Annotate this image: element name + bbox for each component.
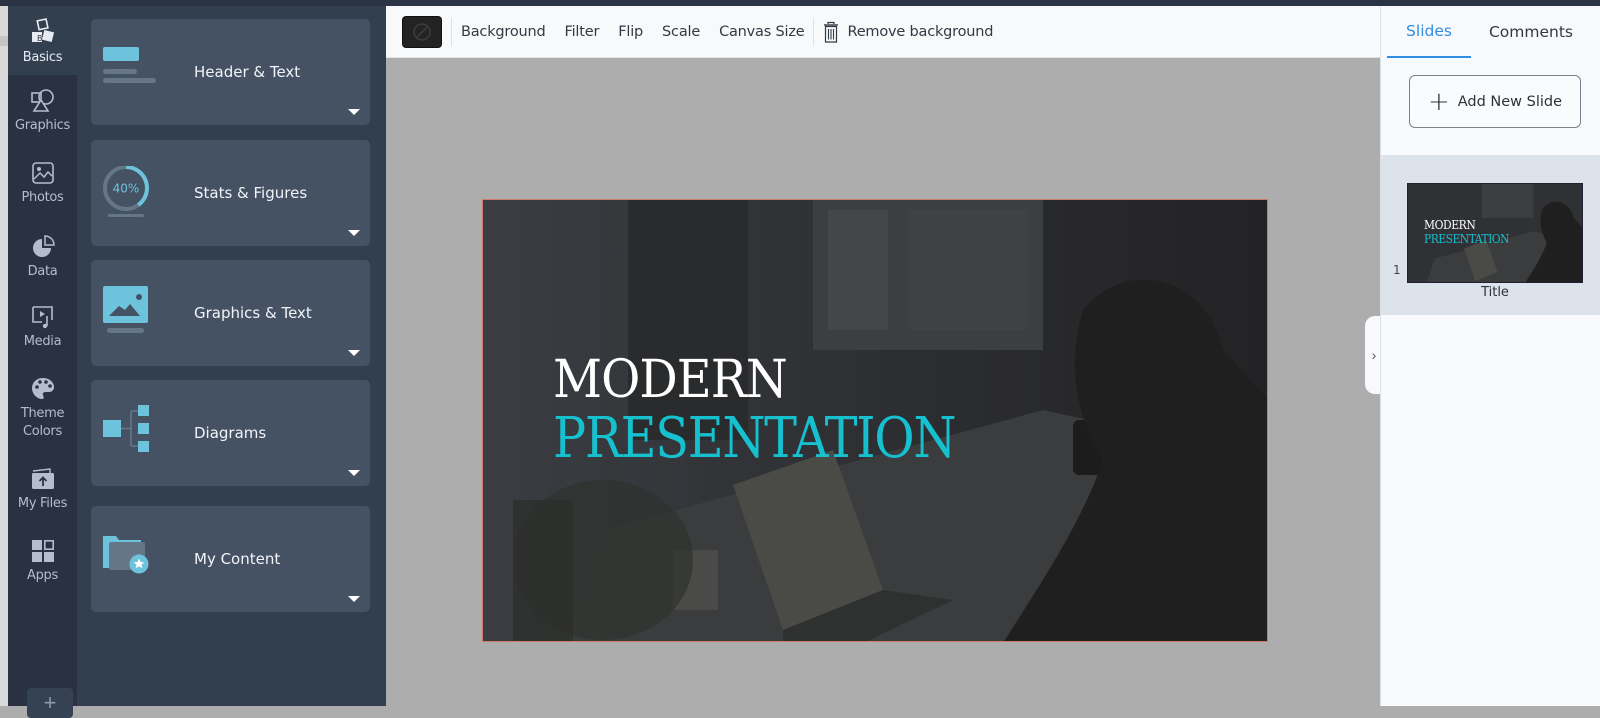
- image-toolbar: Background Filter Flip Scale Canvas Size…: [386, 6, 1380, 58]
- blocks-icon: B: [31, 18, 54, 43]
- trash-icon: [824, 21, 839, 43]
- remove-background-label: Remove background: [847, 23, 994, 40]
- rail-label: Media: [23, 334, 62, 349]
- flip-button[interactable]: Flip: [618, 24, 643, 40]
- card-diagrams[interactable]: Diagrams: [91, 380, 370, 486]
- slide-title-line1[interactable]: MODERN: [553, 350, 788, 410]
- window-edge-tab: [0, 36, 8, 46]
- rail-label: Apps: [27, 568, 58, 583]
- toolbar-divider: [813, 17, 815, 46]
- slide-number: 1: [1393, 263, 1401, 277]
- diagram-tree-icon: [103, 405, 149, 452]
- card-label: Stats & Figures: [194, 184, 308, 202]
- folder-star-icon: [103, 536, 149, 574]
- card-header-text[interactable]: Header & Text: [91, 19, 370, 125]
- rail-label: Basics: [22, 50, 63, 65]
- thumbnail-title-line2: PRESENTATION: [1424, 231, 1510, 246]
- filter-button[interactable]: Filter: [565, 24, 600, 40]
- rail-item-data[interactable]: Data: [8, 234, 77, 281]
- slide-canvas[interactable]: MODERN PRESENTATION: [482, 199, 1268, 642]
- apps-grid-icon: [31, 539, 54, 562]
- rail-label: Graphics: [14, 118, 70, 133]
- pie-chart-icon: [32, 235, 55, 257]
- caret-down-icon[interactable]: [348, 350, 360, 356]
- scale-button[interactable]: Scale: [662, 24, 700, 40]
- card-label: Header & Text: [194, 63, 301, 81]
- window-edge: [0, 6, 8, 706]
- rail-add-button[interactable]: +: [27, 688, 73, 718]
- card-stats-figures[interactable]: 40% Stats & Figures: [91, 140, 370, 246]
- card-label: My Content: [194, 550, 281, 568]
- card-label: Diagrams: [194, 424, 267, 442]
- caret-down-icon[interactable]: [348, 230, 360, 236]
- rail-label: Theme Colors: [20, 406, 65, 439]
- card-label: Graphics & Text: [194, 304, 312, 322]
- card-graphics-text[interactable]: Graphics & Text: [91, 260, 370, 366]
- thumbnail-title-line1: MODERN: [1424, 218, 1476, 232]
- stats-icon-text: 40%: [113, 182, 140, 196]
- slides-panel: Slides Comments + Add New Slide 1 MODERN…: [1380, 6, 1600, 706]
- photo-icon: [31, 162, 54, 184]
- slide-title-line2[interactable]: PRESENTATION: [553, 406, 956, 471]
- tab-slides[interactable]: Slides: [1387, 6, 1471, 58]
- svg-text:B: B: [37, 34, 42, 43]
- canvas-size-button[interactable]: Canvas Size: [719, 24, 805, 40]
- plus-icon: +: [1427, 86, 1450, 117]
- remove-background-button[interactable]: Remove background: [823, 21, 993, 43]
- rail-item-theme-colors[interactable]: Theme Colors: [8, 376, 77, 441]
- icon-rail: B Basics Graphics Photos Data Media Them…: [8, 6, 77, 718]
- stats-ring-icon: 40%: [103, 166, 149, 217]
- canvas-area: MODERN PRESENTATION: [386, 58, 1380, 706]
- shapes-icon: [30, 89, 54, 112]
- rail-item-my-files[interactable]: My Files: [8, 466, 77, 513]
- rail-label: Photos: [21, 190, 64, 205]
- toolbar-divider: [451, 17, 452, 46]
- palette-icon: [31, 378, 54, 399]
- slide-list-item[interactable]: 1 MODERN PRESENTATION Title: [1381, 155, 1600, 315]
- slides-panel-tabs: Slides Comments: [1381, 6, 1600, 58]
- background-thumbnail[interactable]: [402, 15, 442, 48]
- rail-item-media[interactable]: Media: [8, 304, 77, 351]
- graphic-image-icon: [103, 286, 148, 333]
- media-icon: [31, 306, 53, 329]
- rail-item-apps[interactable]: Apps: [8, 538, 77, 585]
- basics-panel: Header & Text 40% Stats & Figures Graphi…: [77, 6, 386, 706]
- rail-item-basics[interactable]: B Basics: [8, 6, 77, 75]
- slide-name: Title: [1481, 285, 1509, 300]
- no-image-icon: [413, 22, 431, 41]
- header-text-icon: [103, 47, 156, 83]
- chevron-right-icon: ›: [1371, 347, 1377, 363]
- caret-down-icon[interactable]: [348, 109, 360, 115]
- card-my-content[interactable]: My Content: [91, 506, 370, 612]
- upload-folder-icon: [31, 468, 54, 489]
- background-button[interactable]: Background: [461, 24, 546, 40]
- add-new-slide-label: Add New Slide: [1457, 93, 1563, 110]
- rail-label: Data: [27, 264, 58, 279]
- add-new-slide-button[interactable]: + Add New Slide: [1409, 75, 1581, 128]
- tab-comments[interactable]: Comments: [1476, 6, 1586, 58]
- caret-down-icon[interactable]: [348, 470, 360, 476]
- rail-item-photos[interactable]: Photos: [8, 160, 77, 207]
- slide-thumbnail[interactable]: MODERN PRESENTATION: [1407, 183, 1583, 283]
- caret-down-icon[interactable]: [348, 596, 360, 602]
- rail-label: My Files: [17, 496, 68, 511]
- rail-item-graphics[interactable]: Graphics: [8, 88, 77, 135]
